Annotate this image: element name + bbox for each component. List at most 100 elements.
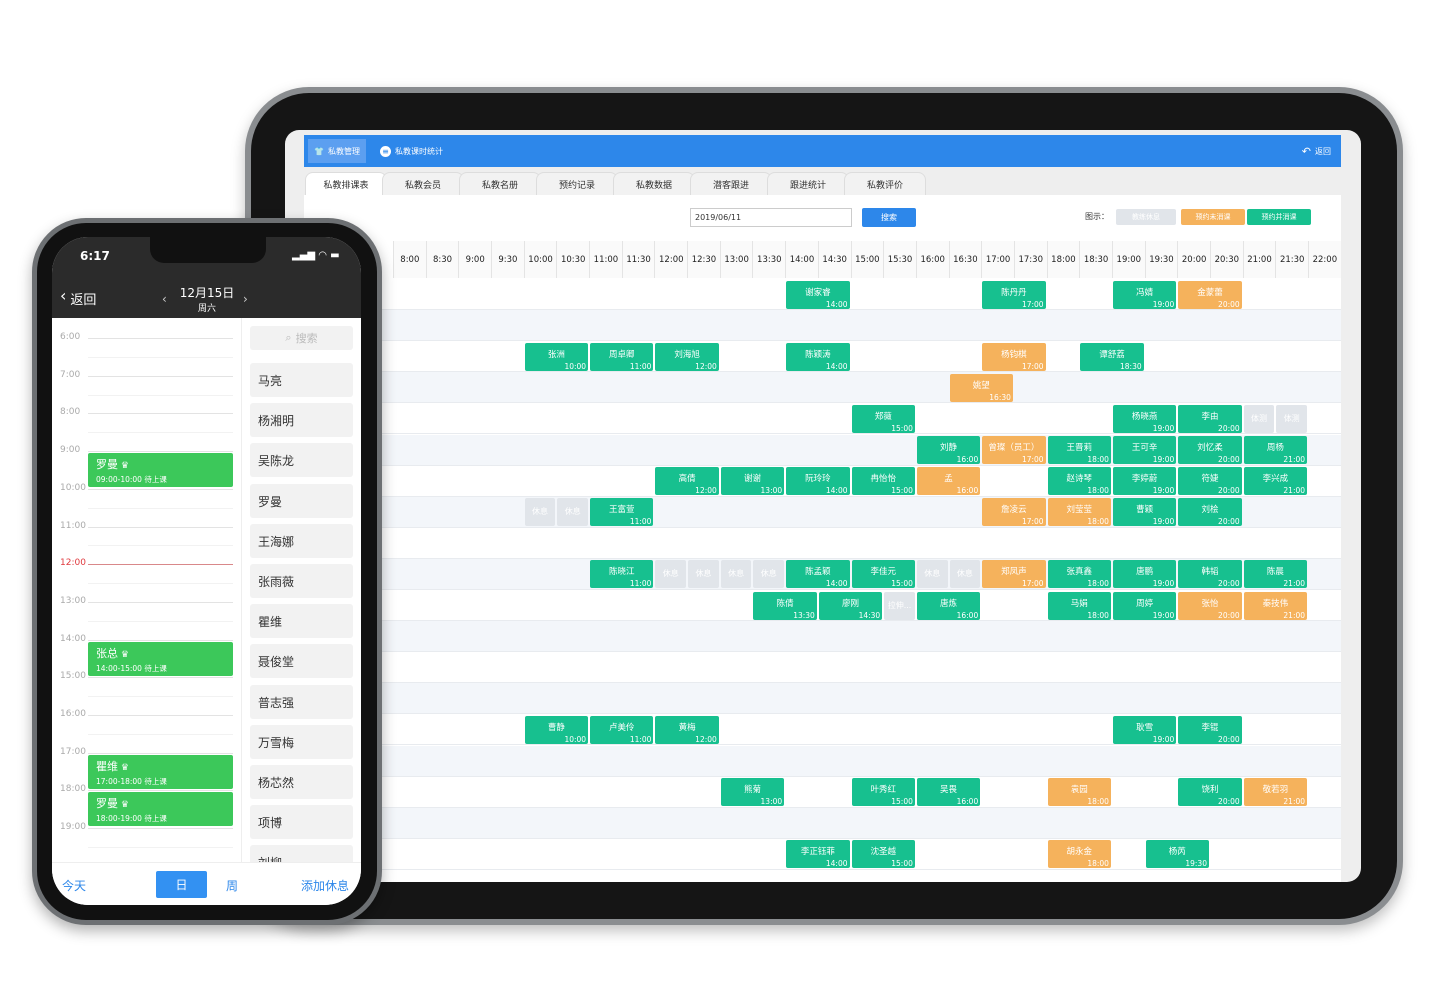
- booking-block[interactable]: 马娟 18:00: [1047, 591, 1111, 620]
- booking-block[interactable]: 高倩 12:00: [655, 467, 719, 496]
- nav-coach-management[interactable]: 👕 私教管理: [308, 139, 366, 163]
- tab-4[interactable]: 私教数据: [613, 172, 695, 195]
- booking-block[interactable]: 廖刚 14:30: [818, 591, 883, 620]
- booking-block[interactable]: 李佳元 15:00: [851, 560, 915, 589]
- nav-hours-stats[interactable]: ≡ 私教课时统计: [374, 139, 449, 163]
- lesson-event[interactable]: 罗曼 ♛ 09:00-10:00 待上课: [88, 453, 233, 488]
- coach-item[interactable]: 万雪梅: [250, 724, 353, 759]
- booking-block[interactable]: 周婷 19:00: [1112, 591, 1177, 620]
- week-view-button[interactable]: 周: [226, 877, 238, 894]
- tab-5[interactable]: 潜客跟进: [690, 172, 772, 195]
- booking-block[interactable]: 陈颖涛 14:00: [786, 342, 850, 371]
- prev-day-button[interactable]: ‹: [162, 292, 167, 306]
- back-button[interactable]: ↶ 返回: [1296, 139, 1337, 163]
- booking-block[interactable]: 詹凌云 17:00: [982, 498, 1046, 527]
- coach-item[interactable]: 杨湘明: [250, 403, 353, 438]
- coach-item[interactable]: 瞿维: [250, 604, 353, 639]
- booking-block[interactable]: 曹颖 19:00: [1112, 498, 1177, 527]
- booking-block[interactable]: 郑薇 15:00: [851, 404, 915, 433]
- booking-block[interactable]: 杨芮 19:30: [1145, 840, 1209, 869]
- booking-block[interactable]: 刘莹莹 18:00: [1047, 498, 1111, 527]
- booking-block[interactable]: 刘静 16:00: [916, 436, 981, 464]
- booking-block[interactable]: 李由 20:00: [1178, 404, 1242, 433]
- booking-block[interactable]: 卢美伶 11:00: [590, 715, 654, 744]
- lesson-event[interactable]: 张总 ♛ 14:00-15:00 待上课: [88, 641, 233, 676]
- booking-block[interactable]: 谭舒荔 18:30: [1080, 342, 1144, 371]
- booking-block[interactable]: 李婷蔚 19:00: [1112, 467, 1177, 496]
- booking-block[interactable]: 孟 16:00: [916, 467, 981, 496]
- booking-block[interactable]: 谢谢 13:00: [720, 467, 785, 496]
- booking-block[interactable]: 耿雪 19:00: [1112, 715, 1177, 744]
- booking-block[interactable]: 冉怡怡 15:00: [851, 467, 915, 496]
- add-rest-button[interactable]: 添加休息: [301, 877, 349, 894]
- booking-block[interactable]: 黄梅 12:00: [655, 715, 719, 744]
- lesson-event[interactable]: 瞿维 ♛ 17:00-18:00 待上课: [88, 754, 233, 789]
- booking-block[interactable]: 刘桧 20:00: [1178, 498, 1242, 527]
- booking-block[interactable]: 杨钧棋 17:00: [982, 342, 1046, 371]
- booking-block[interactable]: 王富萱 11:00: [590, 498, 654, 527]
- booking-block[interactable]: 刘忆柔 20:00: [1178, 436, 1242, 464]
- tab-7[interactable]: 私教评价: [844, 172, 926, 195]
- booking-block[interactable]: 叶秀红 15:00: [851, 778, 915, 807]
- coach-item[interactable]: 罗曼: [250, 483, 353, 518]
- booking-block[interactable]: 冯婧 19:00: [1112, 280, 1177, 309]
- booking-block[interactable]: 刘海旭 12:00: [655, 342, 719, 371]
- booking-block[interactable]: 陈晨 21:00: [1243, 560, 1308, 589]
- booking-block[interactable]: 王可辛 19:00: [1112, 436, 1177, 464]
- booking-block[interactable]: 饶利 20:00: [1178, 778, 1242, 807]
- coach-search-input[interactable]: ⌕ 搜索: [250, 326, 353, 350]
- lesson-event[interactable]: 罗曼 ♛ 18:00-19:00 待上课: [88, 792, 233, 827]
- booking-block[interactable]: 韩韬 20:00: [1178, 560, 1242, 589]
- tab-2[interactable]: 私教名册: [459, 172, 541, 195]
- booking-block[interactable]: 赵诗琴 18:00: [1047, 467, 1111, 496]
- coach-item[interactable]: 王海娜: [250, 523, 353, 558]
- today-button[interactable]: 今天: [62, 877, 86, 894]
- tab-1[interactable]: 私教会员: [382, 172, 464, 195]
- booking-block[interactable]: 吴畏 16:00: [916, 778, 981, 807]
- booking-block[interactable]: 张洲 10:00: [524, 342, 589, 371]
- phone-back-button[interactable]: ‹ 返回: [60, 288, 96, 309]
- next-day-button[interactable]: ›: [243, 292, 248, 306]
- booking-block[interactable]: 周杨 21:00: [1243, 436, 1308, 464]
- booking-block[interactable]: 张怡 20:00: [1178, 591, 1242, 620]
- booking-block[interactable]: 袁园 18:00: [1047, 778, 1111, 807]
- booking-block[interactable]: 敬若羽 21:00: [1243, 778, 1308, 807]
- coach-item[interactable]: 项博: [250, 805, 353, 840]
- booking-block[interactable]: 姚望 16:30: [949, 373, 1013, 402]
- booking-block[interactable]: 陈晓江 11:00: [590, 560, 654, 589]
- booking-block[interactable]: 唐炼 16:00: [916, 591, 981, 620]
- booking-block[interactable]: 符婕 20:00: [1178, 467, 1242, 496]
- booking-block[interactable]: 郑凤声 17:00: [982, 560, 1046, 589]
- coach-item[interactable]: 杨芯然: [250, 765, 353, 799]
- booking-block[interactable]: 张真鑫 18:00: [1047, 560, 1111, 589]
- tab-6[interactable]: 跟进统计: [767, 172, 849, 195]
- booking-block[interactable]: 周卓卿 11:00: [590, 342, 654, 371]
- booking-block[interactable]: 沈圣越 15:00: [851, 840, 915, 869]
- coach-item[interactable]: 普志强: [250, 684, 353, 719]
- booking-block[interactable]: 李正钰菲 14:00: [786, 840, 850, 869]
- booking-block[interactable]: 陈孟颖 14:00: [786, 560, 850, 589]
- booking-block[interactable]: 曾璨（员工） 17:00: [982, 436, 1046, 464]
- booking-block[interactable]: 陈倩 13:30: [753, 591, 817, 620]
- booking-block[interactable]: 秦技伟 21:00: [1243, 591, 1308, 620]
- booking-block[interactable]: 李兴成 21:00: [1243, 467, 1308, 496]
- booking-block[interactable]: 曹静 10:00: [524, 715, 589, 744]
- booking-block[interactable]: 胡永金 18:00: [1047, 840, 1111, 869]
- booking-block[interactable]: 熊菊 13:00: [720, 778, 785, 807]
- booking-block[interactable]: 唐鹏 19:00: [1112, 560, 1177, 589]
- booking-block[interactable]: 阮玲玲 14:00: [786, 467, 850, 496]
- booking-block[interactable]: 李锟 20:00: [1178, 715, 1242, 744]
- search-button[interactable]: 搜索: [862, 208, 916, 227]
- booking-block[interactable]: 谢家睿 14:00: [786, 280, 850, 309]
- coach-item[interactable]: 吴陈龙: [250, 443, 353, 478]
- coach-item[interactable]: 马亮: [250, 363, 353, 397]
- tab-0[interactable]: 私教排课表: [305, 172, 387, 195]
- coach-item[interactable]: 张雨薇: [250, 564, 353, 598]
- booking-block[interactable]: 杨晓燕 19:00: [1112, 404, 1177, 433]
- booking-block[interactable]: 王晋莉 18:00: [1047, 436, 1111, 464]
- booking-block[interactable]: 金蒙蕾 20:00: [1178, 280, 1242, 309]
- booking-block[interactable]: 陈丹丹 17:00: [982, 280, 1046, 309]
- tab-3[interactable]: 预约记录: [536, 172, 618, 195]
- day-view-button[interactable]: 日: [156, 871, 207, 898]
- coach-item[interactable]: 聂俊堂: [250, 644, 353, 679]
